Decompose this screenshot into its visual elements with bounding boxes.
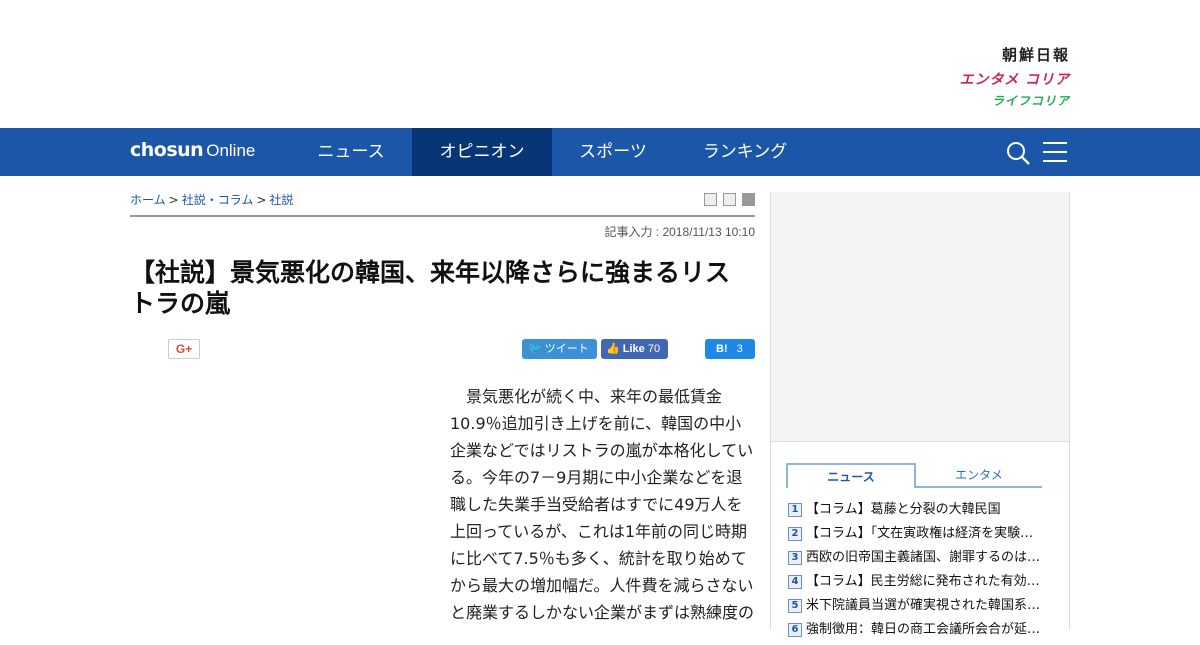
ranking-number: 2 xyxy=(788,527,802,541)
breadcrumb: ホーム > 社説・コラム > 社説 xyxy=(130,191,293,208)
sidebar-ad-area xyxy=(771,192,1069,442)
ranking-tabs: ニュース エンタメ xyxy=(786,463,1042,488)
site-logo[interactable]: chosun Online xyxy=(130,139,255,161)
ranking-title: 【コラム】葛藤と分裂の大韓民国 xyxy=(806,502,1001,517)
ranking-item[interactable]: 2 【コラム】「文在寅政権は経済を実験… xyxy=(788,525,1058,549)
ranking-number: 1 xyxy=(788,503,802,517)
search-icon[interactable] xyxy=(1006,141,1030,165)
ranking-item[interactable]: 4 【コラム】民主労総に発布された有効… xyxy=(788,573,1058,597)
ranking-number: 5 xyxy=(788,599,802,613)
thumbs-up-icon: 👍 xyxy=(606,343,620,355)
breadcrumb-home[interactable]: ホーム xyxy=(130,193,166,207)
ranking-item[interactable]: 6 強制徴用：韓日の商工会議所会合が延… xyxy=(788,621,1058,645)
article-body: 景気悪化が続く中、来年の最低賃金10.9％追加引き上げを前に、韓国の中小企業など… xyxy=(450,387,755,622)
back-icon[interactable] xyxy=(742,193,755,206)
tab-news[interactable]: ニュース xyxy=(786,463,916,488)
breadcrumb-sep: > xyxy=(168,193,179,207)
logo-bold: chosun xyxy=(130,139,204,161)
top-header: 朝鮮日報 エンタメ コリア ライフコリア xyxy=(0,0,1200,128)
text-icon[interactable] xyxy=(723,193,736,206)
sidebar: ニュース エンタメ 1 【コラム】葛藤と分裂の大韓民国 2 【コラム】「文在寅政権は… xyxy=(770,192,1070,637)
tab-entame[interactable]: エンタメ xyxy=(916,463,1042,488)
print-icon[interactable] xyxy=(704,193,717,206)
nav-sports[interactable]: スポーツ xyxy=(562,128,664,176)
ranking-title: 【コラム】民主労総に発布された有効… xyxy=(806,574,1040,589)
ranking-number: 6 xyxy=(788,623,802,637)
breadcrumb-section[interactable]: 社説・コラム xyxy=(182,193,254,207)
nav-opinion[interactable]: オピニオン xyxy=(412,128,552,176)
breadcrumb-sep: > xyxy=(256,193,267,207)
ranking-title: 【コラム】「文在寅政権は経済を実験… xyxy=(806,526,1034,541)
logo-light: Online xyxy=(206,141,256,160)
article-title: 【社説】景気悪化の韓国、来年以降さらに強まるリストラの嵐 xyxy=(130,258,731,318)
ranking-item[interactable]: 3 西欧の旧帝国主義諸国、謝罪するのは… xyxy=(788,549,1058,573)
brand-entame-korea[interactable]: エンタメ コリア xyxy=(960,69,1070,89)
ranking-number: 3 xyxy=(788,551,802,565)
article-date: 記事入力 : 2018/11/13 10:10 xyxy=(604,225,755,239)
article-divider xyxy=(130,215,755,217)
ranking-title: 米下院議員当選が確実視された韓国系… xyxy=(806,598,1040,613)
nav-ranking[interactable]: ランキング xyxy=(684,128,806,176)
tweet-button[interactable]: 🐦 ツイート xyxy=(522,339,597,359)
nav-news[interactable]: ニュース xyxy=(300,128,402,176)
brand-life-korea[interactable]: ライフコリア xyxy=(992,92,1070,109)
hatena-icon: B! xyxy=(716,343,728,355)
breadcrumb-current[interactable]: 社説 xyxy=(269,193,293,207)
hatena-count: 3 xyxy=(736,343,743,355)
tweet-label: ツイート xyxy=(544,343,589,355)
brand-chosun-ilbo[interactable]: 朝鮮日報 xyxy=(1002,44,1070,65)
hatena-bookmark-button[interactable]: B! 3 xyxy=(705,339,755,359)
hamburger-menu-icon[interactable] xyxy=(1043,142,1067,162)
gplus-share-button[interactable]: G+ xyxy=(168,339,200,359)
ranking-item[interactable]: 1 【コラム】葛藤と分裂の大韓民国 xyxy=(788,501,1058,525)
ranking-title: 西欧の旧帝国主義諸国、謝罪するのは… xyxy=(806,550,1040,565)
ranking-number: 4 xyxy=(788,575,802,589)
twitter-bird-icon: 🐦 xyxy=(528,343,542,355)
main-nav: chosun Online ニュース オピニオン スポーツ ランキング xyxy=(0,128,1200,176)
like-label: Like xyxy=(622,343,645,355)
facebook-like-button[interactable]: 👍 Like 70 xyxy=(601,339,668,359)
ranking-item[interactable]: 5 米下院議員当選が確実視された韓国系… xyxy=(788,597,1058,621)
like-count: 70 xyxy=(647,343,661,355)
